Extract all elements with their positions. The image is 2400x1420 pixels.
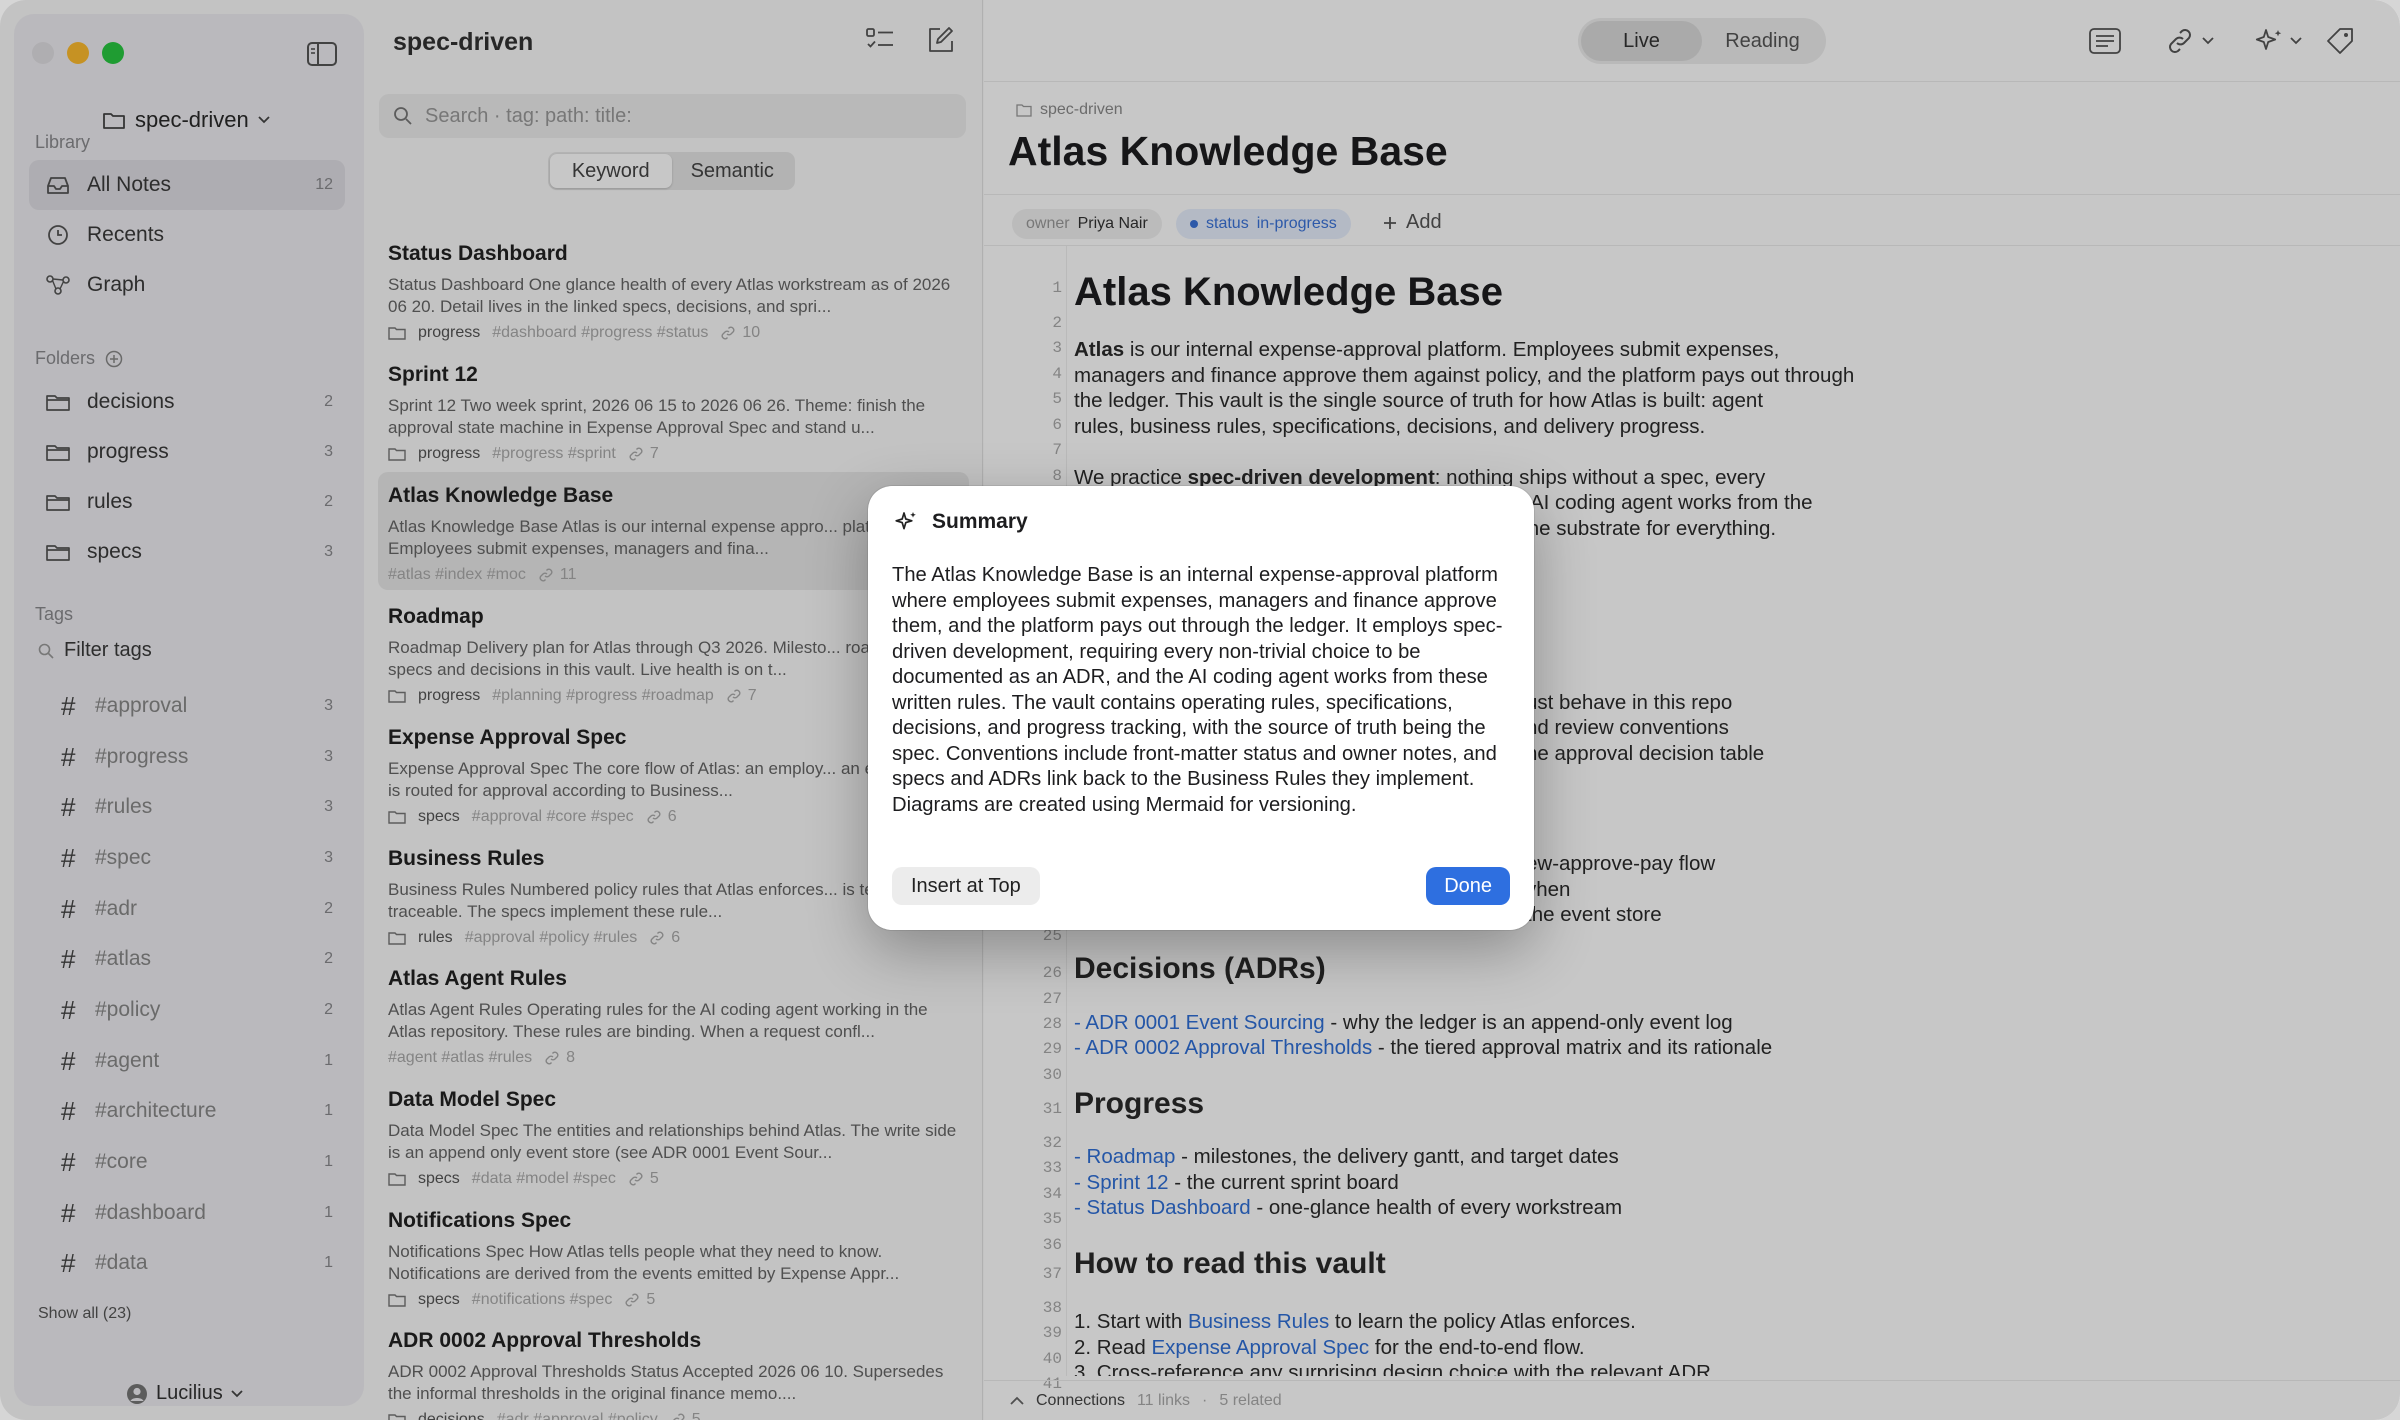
summary-dialog: Summary The Atlas Knowledge Base is an i… xyxy=(868,486,1534,930)
done-button[interactable]: Done xyxy=(1426,867,1510,905)
sparkle-icon xyxy=(894,510,918,534)
app-window: spec-driven Library All Notes 12 Recents… xyxy=(0,0,2400,1420)
summary-header: Summary xyxy=(894,510,1028,534)
insert-at-top-button[interactable]: Insert at Top xyxy=(892,867,1040,905)
summary-title: Summary xyxy=(932,510,1028,533)
summary-text: The Atlas Knowledge Base is an internal … xyxy=(892,564,1503,816)
